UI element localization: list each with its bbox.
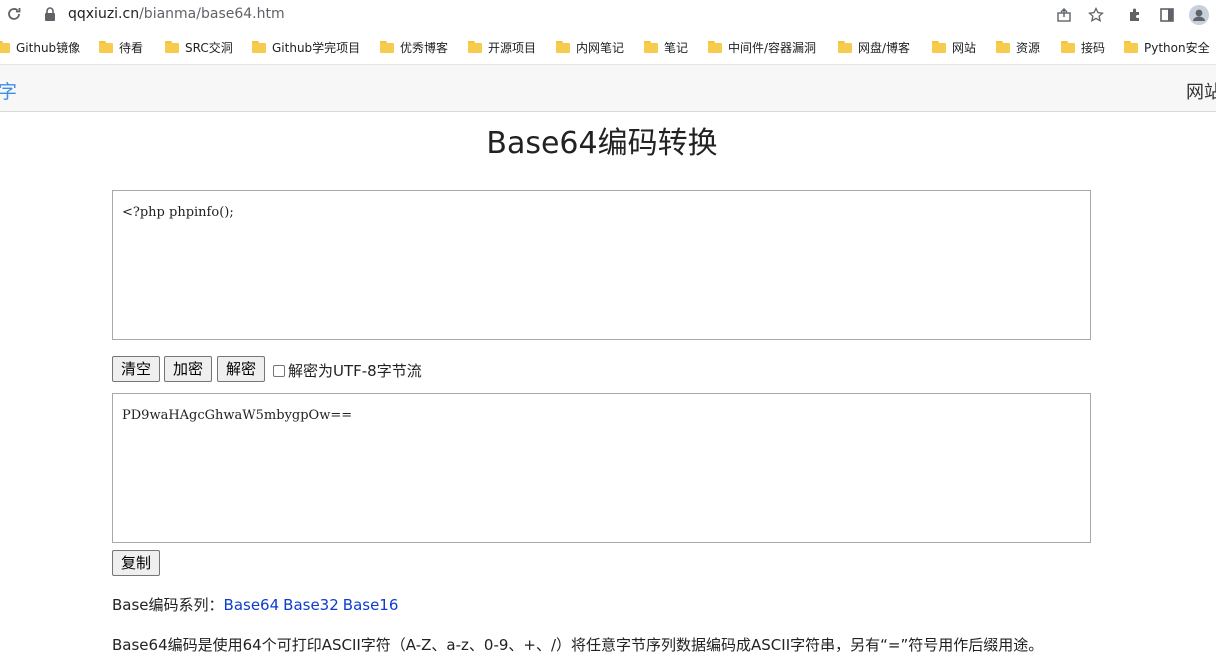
folder-icon (380, 41, 394, 53)
decode-button[interactable]: 解密 (217, 356, 265, 382)
bookmark-intranet-notes[interactable]: 内网笔记 (556, 38, 624, 56)
folder-icon (556, 41, 570, 53)
url-field[interactable]: qqxiuzi.cn/bianma/base64.htm (68, 5, 285, 23)
page-title: Base64编码转换 (486, 126, 718, 161)
folder-icon (708, 41, 722, 53)
bookmark-label: 待看 (119, 40, 144, 55)
bookmark-label: 内网笔记 (576, 40, 625, 55)
browser-address-bar: qqxiuzi.cn/bianma/base64.htm (0, 0, 1216, 30)
reload-icon[interactable] (4, 4, 24, 24)
bookmark-label: 中间件/容器漏洞 (728, 40, 817, 55)
bookmark-python-security[interactable]: Python安全 (1124, 38, 1210, 56)
bookmark-github-mirror[interactable]: Github镜像 (0, 38, 80, 56)
encode-button[interactable]: 加密 (164, 356, 212, 382)
bookmark-src[interactable]: SRC交洞 (165, 38, 233, 56)
site-nav-link[interactable]: 网站 (1186, 78, 1216, 104)
bookmark-notes[interactable]: 笔记 (644, 38, 688, 56)
bookmark-label: Github学完项目 (272, 40, 361, 55)
utf8-checkbox[interactable] (273, 364, 285, 377)
bookmark-label: 网盘/博客 (858, 40, 911, 55)
link-base16[interactable]: Base16 (343, 596, 399, 614)
site-logo[interactable]: 字 (0, 77, 17, 104)
bookmark-label: 网站 (952, 40, 977, 55)
folder-icon (1061, 41, 1075, 53)
base-series: Base编码系列：Base64 Base32 Base16 (112, 594, 402, 615)
folder-icon (996, 41, 1010, 53)
utf8-label: 解密为UTF-8字节流 (288, 362, 422, 380)
copy-button[interactable]: 复制 (112, 550, 160, 576)
bookmark-middleware[interactable]: 中间件/容器漏洞 (708, 38, 816, 56)
share-icon[interactable] (1054, 5, 1074, 25)
output-textarea[interactable]: PD9waHAgcGhwaW5mbygpOw== (112, 393, 1091, 543)
bookmark-label: 优秀博客 (400, 40, 449, 55)
bookmark-label: SRC交洞 (185, 40, 233, 55)
bookmark-label: Github镜像 (16, 40, 81, 55)
bookmark-sms[interactable]: 接码 (1061, 38, 1105, 56)
side-panel-icon[interactable] (1157, 5, 1177, 25)
description-text: Base64编码是使用64个可打印ASCII字符（A-Z、a-z、0-9、+、/… (112, 636, 1044, 654)
folder-icon (252, 41, 266, 53)
bookmark-label: Python安全 (1144, 40, 1210, 55)
bookmark-label: 接码 (1081, 40, 1106, 55)
utf8-option[interactable]: 解密为UTF-8字节流 (273, 360, 422, 381)
bookmark-resources[interactable]: 资源 (996, 38, 1040, 56)
folder-icon (468, 41, 482, 53)
site-header: 字 网站 (0, 64, 1216, 112)
folder-icon (99, 41, 113, 53)
input-textarea[interactable]: <?php phpinfo(); (112, 190, 1091, 340)
star-icon[interactable] (1086, 5, 1106, 25)
folder-icon (644, 41, 658, 53)
bookmark-label: 资源 (1016, 40, 1041, 55)
profile-icon[interactable] (1189, 5, 1209, 25)
folder-icon (165, 41, 179, 53)
clear-button[interactable]: 清空 (112, 356, 160, 382)
link-base32[interactable]: Base32 (283, 596, 339, 614)
bookmark-blogs[interactable]: 优秀博客 (380, 38, 448, 56)
folder-icon (932, 41, 946, 53)
link-base64[interactable]: Base64 (224, 596, 280, 614)
folder-icon (0, 41, 10, 53)
url-path: /bianma/base64.htm (139, 6, 285, 22)
lock-icon[interactable] (44, 7, 58, 23)
folder-icon (838, 41, 852, 53)
bookmark-label: 开源项目 (488, 40, 537, 55)
folder-icon (1124, 41, 1138, 53)
bookmark-open-source[interactable]: 开源项目 (468, 38, 536, 56)
bookmark-netdisk[interactable]: 网盘/博客 (838, 38, 910, 56)
bookmark-to-read[interactable]: 待看 (99, 38, 143, 56)
extensions-icon[interactable] (1125, 5, 1145, 25)
bookmark-sites[interactable]: 网站 (932, 38, 976, 56)
bookmarks-bar: Github镜像 待看 SRC交洞 Github学完项目 优秀博客 开源项目 内… (0, 32, 1216, 62)
bookmark-label: 笔记 (664, 40, 689, 55)
bookmark-github-projects[interactable]: Github学完项目 (252, 38, 360, 56)
series-label: Base编码系列： (112, 596, 224, 614)
url-host: qqxiuzi.cn (68, 6, 140, 22)
